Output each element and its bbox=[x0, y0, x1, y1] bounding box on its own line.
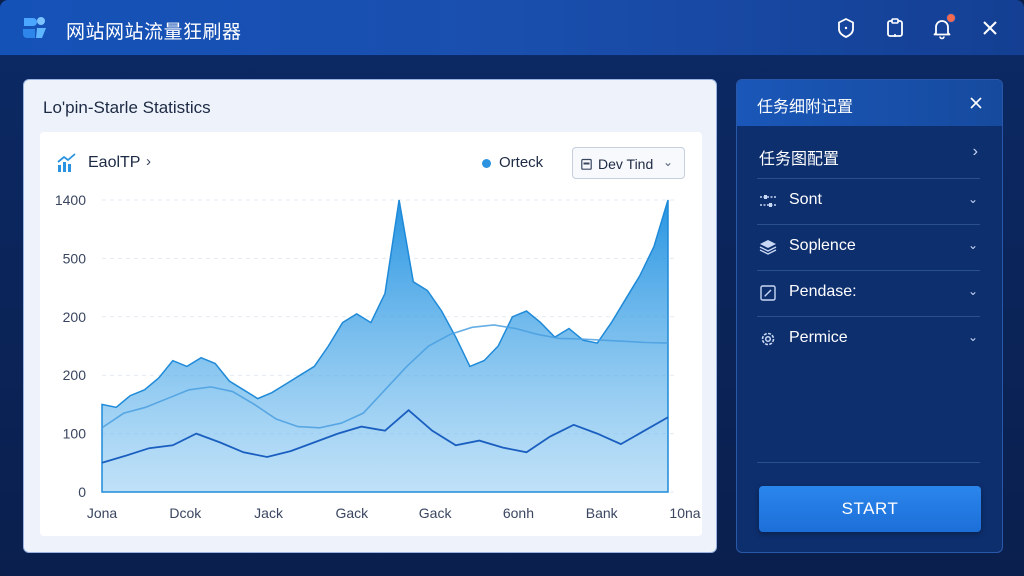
task-panel-title: 任务细附记置 bbox=[757, 97, 854, 116]
y-tick-label: 200 bbox=[63, 367, 87, 383]
x-tick-label: Gack bbox=[419, 505, 453, 521]
start-button[interactable]: START bbox=[759, 486, 981, 532]
layers-icon bbox=[759, 238, 777, 256]
task-item-pendase[interactable]: Pendase: ⌄ bbox=[757, 271, 980, 317]
metric-selector-label[interactable]: EaolTP bbox=[88, 154, 140, 172]
chevron-down-icon: ⌄ bbox=[967, 284, 978, 298]
chevron-right-icon[interactable]: › bbox=[146, 153, 151, 170]
title-bar: 网站网站流量狂刷器 bbox=[0, 0, 1024, 56]
statistics-card: Lo'pin-Starle Statistics 0 100 200 200 500 14… bbox=[23, 79, 717, 553]
time-range-value: Dev Tind bbox=[598, 156, 654, 172]
chevron-down-icon: ⌄ bbox=[663, 155, 674, 169]
chart-panel: 0 100 200 200 500 1400 Jona Dcok Jack Gack Gack 6o… bbox=[40, 132, 702, 536]
task-item-label: 任务图配置 bbox=[759, 151, 840, 168]
task-item-label: Pendase: bbox=[789, 283, 857, 300]
close-icon[interactable] bbox=[968, 95, 984, 111]
task-item-sont[interactable]: Sont ⌄ bbox=[757, 179, 980, 225]
chevron-right-icon: › bbox=[972, 143, 978, 160]
legend-marker bbox=[482, 159, 491, 168]
y-tick-label: 200 bbox=[63, 309, 87, 325]
task-panel-header: 任务细附记置 bbox=[737, 80, 1002, 126]
divider bbox=[757, 462, 980, 463]
calendar-icon bbox=[581, 157, 592, 170]
x-tick-label: Bank bbox=[586, 505, 619, 521]
chevron-down-icon: ⌄ bbox=[967, 192, 978, 206]
area-series-1 bbox=[101, 199, 669, 493]
gear-icon bbox=[759, 330, 777, 348]
task-item-label: Soplence bbox=[789, 237, 856, 254]
notification-badge bbox=[946, 13, 956, 23]
shield-icon[interactable] bbox=[834, 16, 858, 40]
task-item-label: Sont bbox=[789, 191, 822, 208]
task-config-panel: 任务细附记置 任务图配置 › Sont ⌄ Soplence ⌄ Pendase… bbox=[736, 79, 1003, 553]
clipboard-icon[interactable] bbox=[883, 16, 907, 40]
y-tick-label: 100 bbox=[63, 426, 87, 442]
task-item-config[interactable]: 任务图配置 › bbox=[757, 133, 980, 179]
x-tick-label: Dcok bbox=[169, 505, 202, 521]
logo-icon bbox=[20, 14, 50, 42]
task-item-soplence[interactable]: Soplence ⌄ bbox=[757, 225, 980, 271]
chevron-down-icon: ⌄ bbox=[967, 238, 978, 252]
x-tick-label: Gack bbox=[336, 505, 370, 521]
y-tick-label: 1400 bbox=[55, 192, 86, 208]
bell-icon[interactable] bbox=[930, 13, 956, 40]
edit-square-icon bbox=[759, 284, 777, 302]
x-tick-label: Jona bbox=[87, 505, 118, 521]
app-title: 网站网站流量狂刷器 bbox=[66, 21, 242, 43]
task-item-permice[interactable]: Permice ⌄ bbox=[757, 317, 980, 363]
app-window: 网站网站流量狂刷器 Lo'pin-Starle Statistics 0 100… bbox=[0, 0, 1024, 576]
area-chart: 0 100 200 200 500 1400 Jona Dcok Jack Gack Gack 6o… bbox=[55, 192, 701, 521]
chevron-down-icon: ⌄ bbox=[967, 330, 978, 344]
y-tick-label: 500 bbox=[63, 250, 87, 266]
sliders-icon bbox=[759, 192, 777, 210]
y-tick-label: 0 bbox=[78, 484, 86, 500]
time-range-dropdown[interactable]: Dev Tind ⌄ bbox=[572, 147, 685, 179]
x-tick-label: Jack bbox=[254, 505, 284, 521]
statistics-title: Lo'pin-Starle Statistics bbox=[43, 98, 211, 117]
chart-trend-icon bbox=[56, 153, 78, 173]
legend-label: Orteck bbox=[499, 154, 544, 171]
task-item-label: Permice bbox=[789, 329, 848, 346]
close-icon[interactable] bbox=[978, 16, 1002, 40]
x-tick-label: 10na bbox=[669, 505, 700, 521]
x-tick-label: 6onh bbox=[503, 505, 534, 521]
